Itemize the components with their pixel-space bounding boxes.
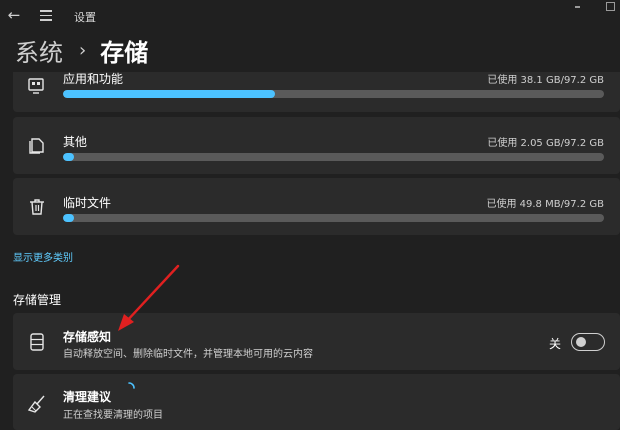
storage-sense-toggle[interactable] xyxy=(571,333,605,351)
category-usage: 已使用 49.8 MB/97.2 GB xyxy=(486,199,604,210)
apps-icon xyxy=(28,78,44,94)
category-label: 其他 xyxy=(63,135,88,149)
cleanup-title: 清理建议 xyxy=(63,390,112,404)
breadcrumb-separator: › xyxy=(79,39,87,61)
usage-bar-fill xyxy=(63,214,74,222)
storage-sense-title: 存储感知 xyxy=(63,330,112,344)
loading-spinner-icon xyxy=(128,382,135,389)
usage-bar-fill xyxy=(63,153,75,161)
title-bar: ← 设置 xyxy=(0,0,620,32)
category-usage: 已使用 2.05 GB/97.2 GB xyxy=(487,138,604,149)
show-more-categories-link[interactable]: 显示更多类别 xyxy=(13,249,73,264)
category-usage: 已使用 38.1 GB/97.2 GB xyxy=(487,75,604,86)
breadcrumb-parent[interactable]: 系统 xyxy=(15,33,63,68)
toggle-knob xyxy=(576,337,586,347)
minimize-button[interactable] xyxy=(575,6,580,8)
category-label: 应用和功能 xyxy=(63,72,124,86)
cleanup-description: 正在查找要清理的项目 xyxy=(63,410,163,421)
cleanup-recommendations-row[interactable]: 清理建议 正在查找要清理的项目 xyxy=(13,374,620,430)
broom-icon xyxy=(27,395,45,413)
toggle-state-label: 关 xyxy=(549,337,562,351)
document-icon xyxy=(29,138,44,154)
storage-sense-description: 自动释放空间、删除临时文件，并管理本地可用的云内容 xyxy=(63,349,313,360)
page-title: 存储 xyxy=(100,38,149,67)
breadcrumb-overlay: 系统 › 存储 xyxy=(15,33,148,67)
storage-drive-icon xyxy=(30,333,44,351)
maximize-button[interactable] xyxy=(606,2,615,11)
usage-bar xyxy=(63,90,604,98)
usage-bar xyxy=(63,153,604,161)
hamburger-menu-icon[interactable] xyxy=(38,7,54,23)
section-title: 存储管理 xyxy=(13,293,62,307)
window-title: 设置 xyxy=(74,11,96,24)
category-label: 临时文件 xyxy=(63,196,112,210)
usage-bar-fill xyxy=(63,90,276,98)
storage-sense-row[interactable]: 存储感知 自动释放空间、删除临时文件，并管理本地可用的云内容 关 xyxy=(13,313,620,370)
back-arrow-icon[interactable]: ← xyxy=(5,6,23,24)
category-card-other[interactable]: 其他 已使用 2.05 GB/97.2 GB xyxy=(13,117,620,174)
trash-icon xyxy=(30,199,44,215)
category-card-temp[interactable]: 临时文件 已使用 49.8 MB/97.2 GB xyxy=(13,178,620,235)
usage-bar xyxy=(63,214,604,222)
